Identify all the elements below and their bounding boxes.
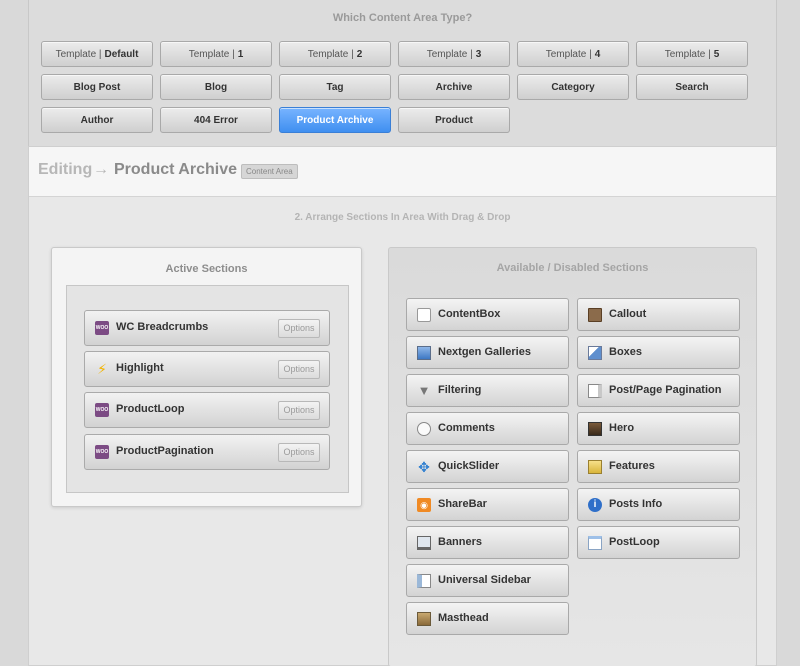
sidebar-layout-icon <box>417 574 431 588</box>
info-icon: i <box>588 498 602 512</box>
template-2-button[interactable]: Template | 2 <box>279 41 391 67</box>
section-boxes[interactable]: Boxes <box>577 336 740 369</box>
section-masthead[interactable]: Masthead <box>406 602 569 635</box>
editing-prefix: Editing <box>38 161 93 178</box>
content-box-icon <box>417 308 431 322</box>
template-3-button[interactable]: Template | 3 <box>398 41 510 67</box>
rss-icon: ◉ <box>417 498 431 512</box>
active-section-highlight[interactable]: ⚡ Highlight Options <box>84 351 330 387</box>
pagination-icon <box>588 384 602 398</box>
woocommerce-icon: WOO <box>95 403 109 417</box>
section-post-page-pagination[interactable]: Post/Page Pagination <box>577 374 740 407</box>
section-postloop[interactable]: PostLoop <box>577 526 740 559</box>
section-quickslider[interactable]: ✥ QuickSlider <box>406 450 569 483</box>
section-contentbox[interactable]: ContentBox <box>406 298 569 331</box>
comment-bubble-icon <box>417 422 431 436</box>
type-tag-button[interactable]: Tag <box>279 74 391 100</box>
type-product-archive-button[interactable]: Product Archive <box>279 107 391 133</box>
template-4-button[interactable]: Template | 4 <box>517 41 629 67</box>
available-sections-title: Available / Disabled Sections <box>496 262 649 274</box>
active-section-productloop[interactable]: WOO ProductLoop Options <box>84 392 330 428</box>
content-area-type-title: Which Content Area Type? <box>332 12 473 24</box>
boxes-icon <box>588 346 602 360</box>
slider-icon: ✥ <box>418 459 430 475</box>
type-404-error-button[interactable]: 404 Error <box>160 107 272 133</box>
content-area-badge: Content Area <box>241 164 298 179</box>
content-area-type-panel: Which Content Area Type? Template | Defa… <box>28 0 777 147</box>
section-hero[interactable]: Hero <box>577 412 740 445</box>
section-features[interactable]: Features <box>577 450 740 483</box>
active-section-wc-breadcrumbs[interactable]: WOO WC Breadcrumbs Options <box>84 310 330 346</box>
active-sections-panel: Active Sections WOO WC Breadcrumbs Optio… <box>51 247 362 507</box>
options-button[interactable]: Options <box>278 319 320 338</box>
active-sections-title: Active Sections <box>165 263 248 275</box>
lightning-icon: ⚡ <box>97 361 107 377</box>
template-1-button[interactable]: Template | 1 <box>160 41 272 67</box>
section-nextgen-galleries[interactable]: Nextgen Galleries <box>406 336 569 369</box>
funnel-icon: ▼ <box>417 383 431 398</box>
features-icon <box>588 460 602 474</box>
type-blog-post-button[interactable]: Blog Post <box>41 74 153 100</box>
arrange-instructions: 2. Arrange Sections In Area With Drag & … <box>294 212 511 223</box>
available-sections-panel[interactable]: Available / Disabled Sections ContentBox… <box>388 247 757 666</box>
section-sharebar[interactable]: ◉ ShareBar <box>406 488 569 521</box>
section-filtering[interactable]: ▼ Filtering <box>406 374 569 407</box>
type-search-button[interactable]: Search <box>636 74 748 100</box>
active-section-productpagination[interactable]: WOO ProductPagination Options <box>84 434 330 470</box>
section-callout[interactable]: Callout <box>577 298 740 331</box>
type-archive-button[interactable]: Archive <box>398 74 510 100</box>
document-icon <box>588 536 602 550</box>
monitor-icon <box>417 536 431 550</box>
template-default-button[interactable]: Template | Default <box>41 41 153 67</box>
section-banners[interactable]: Banners <box>406 526 569 559</box>
masthead-image-icon <box>417 612 431 626</box>
editing-area-name: Product Archive <box>114 161 237 178</box>
template-5-button[interactable]: Template | 5 <box>636 41 748 67</box>
callout-icon <box>588 308 602 322</box>
woocommerce-icon: WOO <box>95 445 109 459</box>
options-button[interactable]: Options <box>278 443 320 462</box>
type-blog-button[interactable]: Blog <box>160 74 272 100</box>
editing-panel: Editing → Product Archive Content Area 2… <box>28 146 777 666</box>
type-category-button[interactable]: Category <box>517 74 629 100</box>
options-button[interactable]: Options <box>278 360 320 379</box>
hero-icon <box>588 422 602 436</box>
options-button[interactable]: Options <box>278 401 320 420</box>
section-comments[interactable]: Comments <box>406 412 569 445</box>
section-posts-info[interactable]: i Posts Info <box>577 488 740 521</box>
section-universal-sidebar[interactable]: Universal Sidebar <box>406 564 569 597</box>
right-arrow-icon: → <box>93 161 109 178</box>
type-author-button[interactable]: Author <box>41 107 153 133</box>
editing-header: Editing → Product Archive Content Area <box>29 147 776 197</box>
gallery-icon <box>417 346 431 360</box>
woocommerce-icon: WOO <box>95 321 109 335</box>
active-sections-dropzone[interactable]: WOO WC Breadcrumbs Options ⚡ Highlight O… <box>66 285 349 493</box>
type-product-button[interactable]: Product <box>398 107 510 133</box>
